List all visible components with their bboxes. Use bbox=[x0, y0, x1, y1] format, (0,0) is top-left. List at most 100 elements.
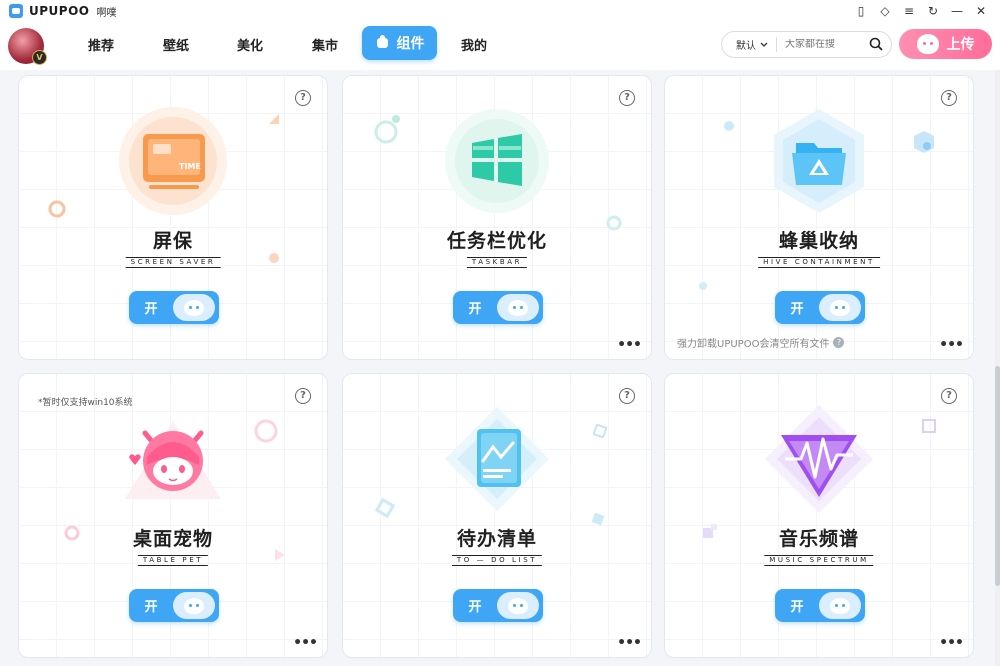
card-subtitle: SCREEN SAVER bbox=[125, 257, 221, 268]
hive-folder-icon bbox=[774, 109, 864, 213]
more-options-icon[interactable]: ••• bbox=[939, 338, 964, 352]
square-decoration-icon bbox=[922, 419, 936, 433]
widget-card-music-spectrum: ? 音乐频谱 MUSIC SPECTRUM 开 ••• bbox=[664, 373, 974, 658]
sort-dropdown[interactable]: 默认 bbox=[736, 37, 768, 52]
card-subtitle: MUSIC SPECTRUM bbox=[764, 555, 874, 566]
tab-beautify[interactable]: 美化 bbox=[237, 37, 263, 57]
more-options-icon[interactable]: ••• bbox=[617, 338, 642, 352]
card-subtitle: HIVE CONTAINMENT bbox=[758, 257, 880, 268]
mascot-icon bbox=[508, 299, 528, 316]
hexagon-decoration-icon bbox=[914, 131, 934, 153]
menu-icon[interactable]: ≡ bbox=[900, 2, 918, 20]
widgets-grid: ? TIME 屏保 SCREEN SAVER 开 ? 任务栏优化 TASKBAR… bbox=[0, 70, 1000, 666]
card-title: 桌面宠物 bbox=[132, 528, 213, 550]
taskbar-icon bbox=[445, 109, 549, 213]
uninstall-warning-text: 强力卸载UPUPOO会清空所有文件 bbox=[677, 339, 830, 350]
dot-decoration-icon bbox=[699, 282, 707, 290]
sort-label: 默认 bbox=[736, 41, 756, 52]
card-title: 屏保 bbox=[152, 230, 193, 252]
help-icon[interactable]: ? bbox=[941, 388, 957, 404]
square-decoration-icon bbox=[375, 498, 395, 518]
widget-card-todo-list: ? 待办清单 TO — DO LIST 开 ••• bbox=[342, 373, 652, 658]
triangle-decoration-icon bbox=[269, 114, 279, 124]
toggle-label: 开 bbox=[468, 600, 482, 615]
uninstall-warning: 强力卸载UPUPOO会清空所有文件 ? bbox=[677, 335, 845, 350]
close-icon[interactable]: ✕ bbox=[972, 2, 990, 20]
toggle-knob bbox=[497, 294, 539, 321]
widget-icon bbox=[375, 35, 391, 51]
nav-bar: V 推荐 壁纸 美化 集市 组件 我的 默认 上传 bbox=[0, 22, 1000, 70]
square-decoration-icon bbox=[593, 424, 607, 438]
card-title: 蜂巢收纳 bbox=[778, 230, 859, 252]
more-options-icon[interactable]: ••• bbox=[293, 636, 318, 650]
more-options-icon[interactable]: ••• bbox=[617, 636, 642, 650]
dot-decoration-icon bbox=[269, 253, 279, 263]
app-brand: UPUPOO bbox=[29, 4, 90, 18]
ring-decoration-icon bbox=[254, 419, 278, 443]
minimize-icon[interactable]: — bbox=[948, 2, 966, 20]
upload-label: 上传 bbox=[946, 37, 975, 53]
help-icon[interactable]: ? bbox=[619, 90, 635, 106]
help-icon[interactable]: ? bbox=[833, 337, 845, 348]
window-controls: ▯ ◇ ≡ ↻ — ✕ bbox=[852, 2, 990, 20]
search-box: 默认 bbox=[721, 31, 892, 58]
search-icon[interactable] bbox=[869, 37, 883, 51]
music-spectrum-icon bbox=[765, 405, 873, 513]
mascot-icon bbox=[184, 299, 204, 316]
mascot-icon bbox=[830, 299, 850, 316]
vip-badge: V bbox=[32, 50, 47, 65]
skin-icon[interactable]: ◇ bbox=[876, 2, 894, 20]
mascot-icon bbox=[508, 597, 528, 614]
toggle-label: 开 bbox=[144, 600, 158, 615]
widget-card-taskbar: ? 任务栏优化 TASKBAR 开 ••• bbox=[342, 75, 652, 360]
enable-toggle[interactable]: 开 bbox=[775, 291, 865, 324]
enable-toggle[interactable]: 开 bbox=[453, 589, 543, 622]
tab-widgets-label: 组件 bbox=[396, 36, 425, 52]
toggle-knob bbox=[819, 592, 861, 619]
screen-saver-icon: TIME bbox=[119, 107, 227, 215]
toggle-knob bbox=[173, 592, 215, 619]
card-subtitle: TO — DO LIST bbox=[451, 555, 543, 566]
dot-decoration-icon bbox=[724, 121, 734, 131]
card-title: 待办清单 bbox=[456, 528, 537, 550]
mascot-icon bbox=[916, 34, 939, 54]
card-title: 音乐频谱 bbox=[778, 528, 859, 550]
refresh-icon[interactable]: ↻ bbox=[924, 2, 942, 20]
app-subtitle: 啊噗 bbox=[96, 7, 117, 19]
desktop-pet-icon bbox=[125, 421, 221, 499]
tab-market[interactable]: 集市 bbox=[312, 37, 338, 57]
widget-card-hive: ? 蜂巢收纳 HIVE CONTAINMENT 开 强力卸载UPUPOO会清空所… bbox=[664, 75, 974, 360]
scrollbar-thumb[interactable] bbox=[995, 366, 1000, 586]
tab-widgets[interactable]: 组件 bbox=[362, 26, 437, 60]
tab-wallpaper[interactable]: 壁纸 bbox=[163, 37, 189, 57]
enable-toggle[interactable]: 开 bbox=[129, 589, 219, 622]
search-input[interactable] bbox=[785, 39, 859, 50]
toggle-knob bbox=[497, 592, 539, 619]
upload-button[interactable]: 上传 bbox=[899, 29, 992, 59]
app-window: UPUPOO 啊噗 ▯ ◇ ≡ ↻ — ✕ V 推荐 壁纸 美化 集市 组件 我… bbox=[0, 0, 1000, 666]
enable-toggle[interactable]: 开 bbox=[775, 589, 865, 622]
tab-recommend[interactable]: 推荐 bbox=[88, 37, 114, 57]
help-icon[interactable]: ? bbox=[295, 90, 311, 106]
enable-toggle[interactable]: 开 bbox=[129, 291, 219, 324]
mobile-icon[interactable]: ▯ bbox=[852, 2, 870, 20]
tab-mine[interactable]: 我的 bbox=[461, 37, 487, 57]
search-divider bbox=[776, 37, 777, 52]
toggle-label: 开 bbox=[468, 302, 482, 317]
help-icon[interactable]: ? bbox=[941, 90, 957, 106]
todo-list-icon bbox=[445, 407, 549, 511]
toggle-knob bbox=[819, 294, 861, 321]
toggle-label: 开 bbox=[790, 600, 804, 615]
widget-card-desktop-pet: *暂时仅支持win10系统 ? 桌面宠物 TABLE PET 开 ••• bbox=[18, 373, 328, 658]
dot-decoration-icon bbox=[392, 115, 400, 123]
app-logo-icon bbox=[9, 4, 23, 18]
more-options-icon[interactable]: ••• bbox=[939, 636, 964, 650]
toggle-label: 开 bbox=[144, 302, 158, 317]
help-icon[interactable]: ? bbox=[619, 388, 635, 404]
mascot-icon bbox=[830, 597, 850, 614]
help-icon[interactable]: ? bbox=[295, 388, 311, 404]
svg-text:TIME: TIME bbox=[179, 162, 201, 171]
toggle-label: 开 bbox=[790, 302, 804, 317]
enable-toggle[interactable]: 开 bbox=[453, 291, 543, 324]
title-bar: UPUPOO 啊噗 ▯ ◇ ≡ ↻ — ✕ bbox=[0, 0, 1000, 22]
